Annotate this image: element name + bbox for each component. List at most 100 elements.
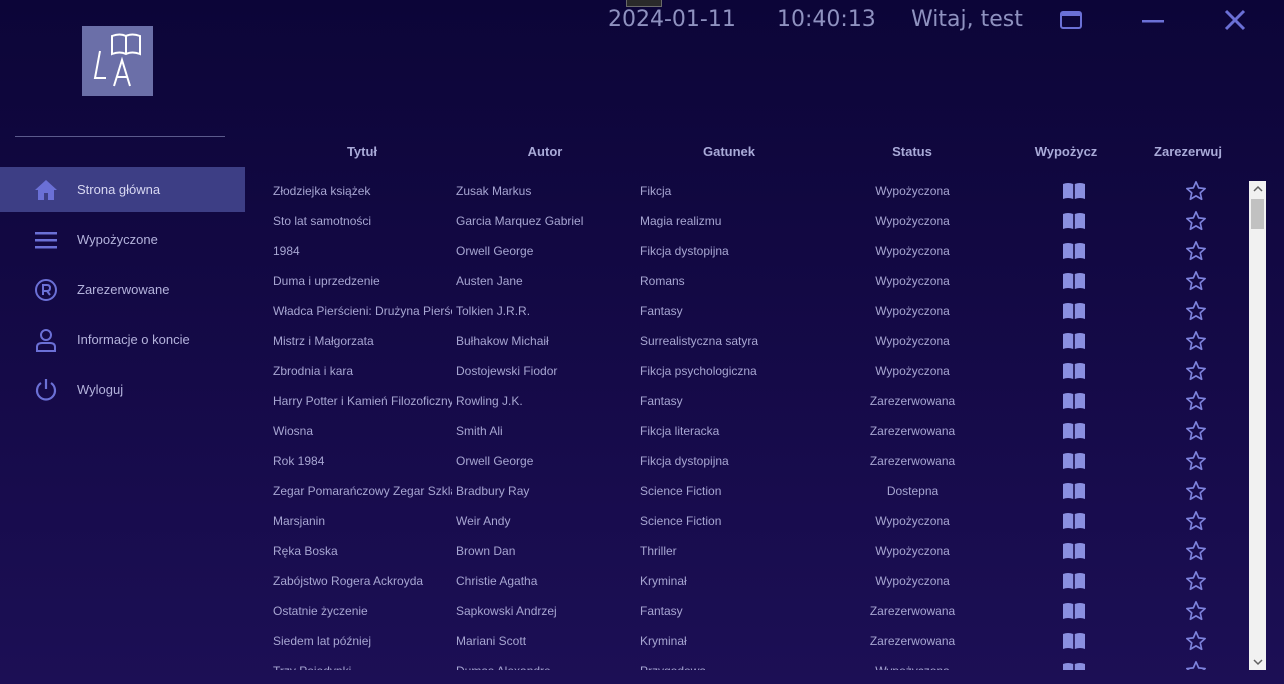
table-row[interactable]: Wiosna Smith Ali Fikcja literacka Zarezerwo… xyxy=(265,416,1250,446)
borrow-book-icon[interactable] xyxy=(1062,362,1086,380)
borrow-book-icon[interactable] xyxy=(1062,572,1086,590)
table-row[interactable]: Zegar Pomarańczowy Zegar Szklany Bradbury… xyxy=(265,476,1250,506)
reserve-star-icon[interactable] xyxy=(1185,480,1207,502)
maximize-icon xyxy=(1060,11,1082,29)
close-button[interactable] xyxy=(1220,6,1250,34)
reserve-star-icon[interactable] xyxy=(1185,390,1207,412)
cell-author: Brown Dan xyxy=(456,544,516,558)
table-row[interactable]: Rok 1984 Orwell George Fikcja dystopijna Za… xyxy=(265,446,1250,476)
table-row[interactable]: Ręka Boska Brown Dan Thriller Wypożyczona xyxy=(265,536,1250,566)
reserve-star-icon[interactable] xyxy=(1185,180,1207,202)
cell-genre: Kryminał xyxy=(640,574,687,588)
reserve-star-icon[interactable] xyxy=(1185,420,1207,442)
cell-title: Ostatnie życzenie xyxy=(273,604,368,618)
drag-handle[interactable] xyxy=(626,0,662,7)
column-header-author[interactable]: Autor xyxy=(495,144,595,159)
column-header-genre[interactable]: Gatunek xyxy=(679,144,779,159)
cell-genre: Surrealistyczna satyra xyxy=(640,334,759,348)
sidebar-divider xyxy=(15,136,225,137)
table-row[interactable]: Harry Potter i Kamień Filozoficzny Rowlin… xyxy=(265,386,1250,416)
cell-title: Harry Potter i Kamień Filozoficzny xyxy=(273,394,452,408)
borrow-book-icon[interactable] xyxy=(1062,302,1086,320)
sidebar-item-label: Zarezerwowane xyxy=(77,282,170,297)
borrow-book-icon[interactable] xyxy=(1062,602,1086,620)
reserve-star-icon[interactable] xyxy=(1185,360,1207,382)
borrow-book-icon[interactable] xyxy=(1062,512,1086,530)
maximize-button[interactable] xyxy=(1056,6,1086,34)
table-row[interactable]: Trzy Pojedynki Dumas Alexandre Przygodowa W… xyxy=(265,656,1250,670)
borrow-book-icon[interactable] xyxy=(1062,542,1086,560)
home-icon xyxy=(31,175,61,205)
cell-status: Zarezerwowana xyxy=(869,604,956,618)
borrow-book-icon[interactable] xyxy=(1062,422,1086,440)
table-row[interactable]: Złodziejka książek Zusak Markus Fikcja Wypo… xyxy=(265,176,1250,206)
column-header-status[interactable]: Status xyxy=(862,144,962,159)
sidebar-item-reserved[interactable]: Zarezerwowane xyxy=(0,267,245,312)
borrow-book-icon[interactable] xyxy=(1062,632,1086,650)
reserve-star-icon[interactable] xyxy=(1185,630,1207,652)
table-row[interactable]: Sto lat samotności Garcia Marquez Gabriel… xyxy=(265,206,1250,236)
borrow-book-icon[interactable] xyxy=(1062,242,1086,260)
sidebar-item-account[interactable]: Informacje o koncie xyxy=(0,317,245,362)
reserve-star-icon[interactable] xyxy=(1185,600,1207,622)
cell-author: Sapkowski Andrzej xyxy=(456,604,557,618)
chevron-up-icon xyxy=(1252,185,1263,192)
table-row[interactable]: Duma i uprzedzenie Austen Jane Romans Wypoż… xyxy=(265,266,1250,296)
minimize-button[interactable] xyxy=(1138,6,1168,34)
reserve-star-icon[interactable] xyxy=(1185,660,1207,670)
table-row[interactable]: Siedem lat później Mariani Scott Kryminał Z… xyxy=(265,626,1250,656)
reserve-star-icon[interactable] xyxy=(1185,210,1207,232)
reserve-star-icon[interactable] xyxy=(1185,450,1207,472)
cell-author: Bułhakow Michaił xyxy=(456,334,549,348)
borrow-book-icon[interactable] xyxy=(1062,392,1086,410)
cell-author: Smith Ali xyxy=(456,424,503,438)
borrow-book-icon[interactable] xyxy=(1062,482,1086,500)
cell-genre: Magia realizmu xyxy=(640,214,722,228)
borrow-book-icon[interactable] xyxy=(1062,452,1086,470)
cell-author: Bradbury Ray xyxy=(456,484,530,498)
cell-author: Orwell George xyxy=(456,244,534,258)
cell-author: Tolkien J.R.R. xyxy=(456,304,531,318)
vertical-scrollbar[interactable] xyxy=(1249,181,1266,670)
cell-author: Dostojewski Fiodor xyxy=(456,364,558,378)
table-row[interactable]: Ostatnie życzenie Sapkowski Andrzej Fantas… xyxy=(265,596,1250,626)
column-header-reserve[interactable]: Zarezerwuj xyxy=(1138,144,1238,159)
sidebar-item-logout[interactable]: Wyloguj xyxy=(0,367,245,412)
app-logo xyxy=(82,26,153,96)
borrow-book-icon[interactable] xyxy=(1062,212,1086,230)
borrow-book-icon[interactable] xyxy=(1062,182,1086,200)
column-header-title[interactable]: Tytuł xyxy=(312,144,412,159)
reserve-star-icon[interactable] xyxy=(1185,240,1207,262)
cell-genre: Fantasy xyxy=(640,604,683,618)
reserve-star-icon[interactable] xyxy=(1185,270,1207,292)
column-header-borrow[interactable]: Wypożycz xyxy=(1016,144,1116,159)
reserve-star-icon[interactable] xyxy=(1185,330,1207,352)
table-row[interactable]: Zabójstwo Rogera Ackroyda Christie Agatha… xyxy=(265,566,1250,596)
table-row[interactable]: Mistrz i Małgorzata Bułhakow Michaił Surre… xyxy=(265,326,1250,356)
cell-title: Duma i uprzedzenie xyxy=(273,274,380,288)
scroll-thumb[interactable] xyxy=(1251,199,1264,229)
reserve-star-icon[interactable] xyxy=(1185,300,1207,322)
table-row[interactable]: 1984 Orwell George Fikcja dystopijna Wypoży… xyxy=(265,236,1250,266)
table-row[interactable]: Marsjanin Weir Andy Science Fiction Wypożyc… xyxy=(265,506,1250,536)
table-row[interactable]: Zbrodnia i kara Dostojewski Fiodor Fikcja … xyxy=(265,356,1250,386)
cell-status: Wypożyczona xyxy=(875,514,950,528)
cell-genre: Thriller xyxy=(640,544,677,558)
borrow-book-icon[interactable] xyxy=(1062,272,1086,290)
reserve-star-icon[interactable] xyxy=(1185,570,1207,592)
borrow-book-icon[interactable] xyxy=(1062,332,1086,350)
reserve-star-icon[interactable] xyxy=(1185,540,1207,562)
sidebar-item-home[interactable]: Strona główna xyxy=(0,167,245,212)
cell-status: Wypożyczona xyxy=(850,664,975,670)
cell-status: Wypożyczona xyxy=(875,334,950,348)
reserve-star-icon[interactable] xyxy=(1185,510,1207,532)
cell-genre: Fantasy xyxy=(640,394,683,408)
scroll-up-button[interactable] xyxy=(1249,181,1266,197)
scroll-down-button[interactable] xyxy=(1249,654,1266,670)
user-icon xyxy=(31,325,61,355)
table-row[interactable]: Władca Pierścieni: Drużyna Pierścienia To… xyxy=(265,296,1250,326)
borrow-book-icon[interactable] xyxy=(1062,662,1086,670)
cell-genre: Fikcja psychologiczna xyxy=(640,364,757,378)
sidebar-item-borrowed[interactable]: Wypożyczone xyxy=(0,217,245,262)
cell-status: Wypożyczona xyxy=(875,574,950,588)
